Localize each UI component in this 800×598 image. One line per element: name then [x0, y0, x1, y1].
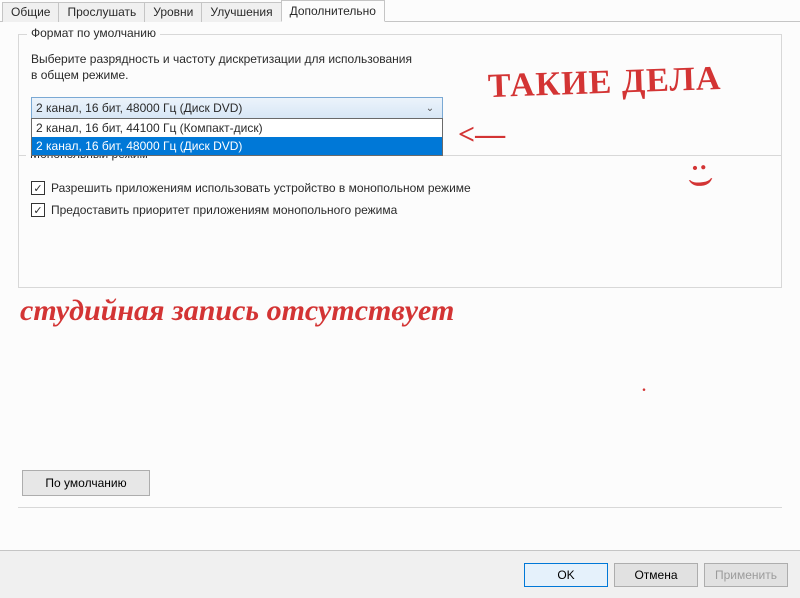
checkbox-priority-exclusive[interactable]: ✓: [31, 203, 45, 217]
tab-listen[interactable]: Прослушать: [58, 2, 145, 22]
ok-button[interactable]: OK: [524, 563, 608, 587]
dialog-button-bar: OK Отмена Применить: [0, 550, 800, 598]
checkbox-allow-exclusive-label: Разрешить приложениям использовать устро…: [51, 181, 471, 195]
default-format-title: Формат по умолчанию: [27, 26, 160, 40]
cancel-button[interactable]: Отмена: [614, 563, 698, 587]
format-combobox[interactable]: 2 канал, 16 бит, 48000 Гц (Диск DVD) ⌄: [31, 97, 443, 119]
checkbox-priority-exclusive-label: Предоставить приоритет приложениям моноп…: [51, 203, 397, 217]
apply-button[interactable]: Применить: [704, 563, 788, 587]
tab-content: Формат по умолчанию Выберите разрядность…: [0, 22, 800, 550]
checkbox-priority-exclusive-row: ✓ Предоставить приоритет приложениям мон…: [31, 203, 769, 217]
format-selected-text: 2 канал, 16 бит, 48000 Гц (Диск DVD): [36, 101, 242, 115]
tab-general[interactable]: Общие: [2, 2, 59, 22]
tab-advanced[interactable]: Дополнительно: [281, 0, 385, 22]
format-dropdown: 2 канал, 16 бит, 44100 Гц (Компакт-диск)…: [31, 118, 443, 156]
check-icon: ✓: [33, 204, 42, 217]
tab-enhance[interactable]: Улучшения: [201, 2, 281, 22]
format-option-44100[interactable]: 2 канал, 16 бит, 44100 Гц (Компакт-диск): [32, 119, 442, 137]
checkbox-allow-exclusive-row: ✓ Разрешить приложениям использовать уст…: [31, 181, 769, 195]
check-icon: ✓: [33, 182, 42, 195]
tab-levels[interactable]: Уровни: [144, 2, 202, 22]
default-format-desc: Выберите разрядность и частоту дискретиз…: [31, 51, 769, 83]
chevron-down-icon: ⌄: [422, 103, 438, 114]
format-option-48000[interactable]: 2 канал, 16 бит, 48000 Гц (Диск DVD): [32, 137, 442, 155]
checkbox-allow-exclusive[interactable]: ✓: [31, 181, 45, 195]
tabs-bar: Общие Прослушать Уровни Улучшения Дополн…: [0, 0, 800, 22]
format-combobox-wrap: 2 канал, 16 бит, 48000 Гц (Диск DVD) ⌄ 2…: [31, 97, 443, 119]
default-format-group: Формат по умолчанию Выберите разрядность…: [18, 34, 782, 288]
divider: [18, 507, 782, 508]
restore-defaults-button[interactable]: По умолчанию: [22, 470, 150, 496]
